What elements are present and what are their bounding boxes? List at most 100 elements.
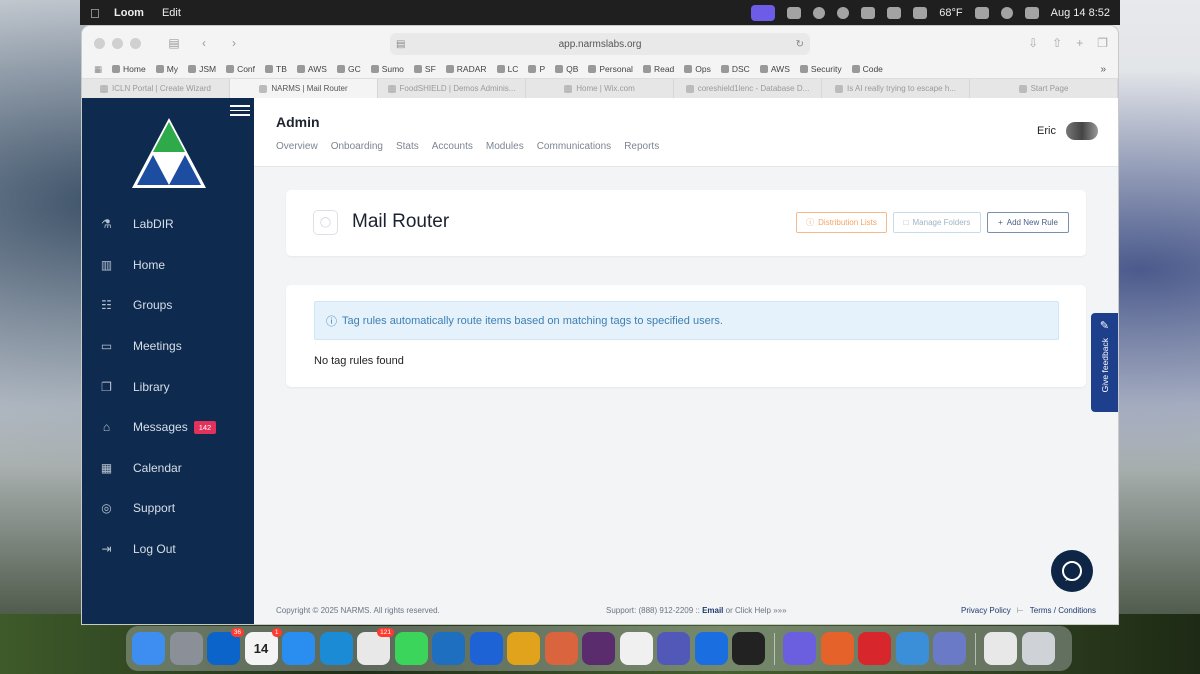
sidebar-item-home[interactable]: ▥ Home [82,245,254,286]
new-tab-icon[interactable]: + [1076,36,1083,50]
favorite-item[interactable]: Security [799,64,842,74]
dock-pdf-reader-icon[interactable] [858,632,891,665]
dock-teams-icon[interactable] [657,632,690,665]
browser-tab[interactable]: ICLN Portal | Create Wizard [82,79,230,98]
dock-safari-icon[interactable] [282,632,315,665]
sidebar-item-log-out[interactable]: ⇥ Log Out [82,529,254,570]
sidebar-item-groups[interactable]: ☷ Groups [82,285,254,326]
back-icon[interactable]: ‹ [197,37,211,49]
terms-link[interactable]: Terms / Conditions [1030,606,1096,615]
battery-icon[interactable] [974,6,989,19]
dock-trash-icon[interactable] [1021,632,1055,665]
control-center-icon[interactable] [1024,6,1039,19]
dock-edge-icon[interactable] [319,632,353,665]
dock-firefox-icon[interactable] [820,632,854,665]
favorite-item[interactable]: AWS [296,64,327,74]
favorite-item[interactable]: GC [336,64,361,74]
favorite-item[interactable]: Personal [588,64,633,74]
dock-perplexity-icon[interactable] [783,632,816,665]
dock-vscode-icon[interactable] [432,632,465,665]
favorite-item[interactable]: RADAR [445,64,487,74]
address-bar[interactable]: ▤ app.narmslabs.org ↻ [390,33,810,55]
privacy-policy-link[interactable]: Privacy Policy [961,606,1011,615]
add-new-rule-button[interactable]: + Add New Rule [987,212,1069,233]
nav-onboarding[interactable]: Onboarding [331,141,383,152]
favorite-item[interactable]: Home [112,64,146,74]
dock-launchpad-icon[interactable] [169,632,203,665]
more-favorites-icon[interactable]: » [1100,64,1106,75]
cloud-icon[interactable] [861,6,876,19]
favorite-item[interactable]: LC [496,64,518,74]
wifi-icon[interactable] [1000,6,1013,19]
favorite-item[interactable]: AWS [759,64,790,74]
dock-navicat-icon[interactable] [507,632,540,665]
favorite-item[interactable]: Ops [684,64,711,74]
support-email-link[interactable]: Email [702,606,723,615]
favorite-item[interactable]: P [528,64,545,74]
user-menu[interactable]: Eric [1037,122,1098,140]
browser-tab[interactable]: coreshield1lenc - Database D... [674,79,822,98]
nav-modules[interactable]: Modules [486,141,524,152]
sidebar-toggle-icon[interactable]: ▤ [167,37,181,49]
nav-communications[interactable]: Communications [537,141,611,152]
dock-documents-icon[interactable] [984,632,1017,665]
zoom-window-button[interactable] [130,37,141,49]
tab-overview-icon[interactable]: ❐ [1097,36,1108,50]
user-name[interactable]: Eric [1037,125,1056,137]
manage-folders-button[interactable]: □ Manage Folders [893,212,981,233]
sidebar-item-calendar[interactable]: ▦ Calendar [82,448,254,489]
menu-edit[interactable]: Edit [162,7,181,19]
dock-notes-app-icon[interactable] [582,632,615,665]
favorite-item[interactable]: TB [265,64,287,74]
browser-tab[interactable]: Start Page [970,79,1118,98]
link-icon[interactable] [837,6,850,19]
favorite-item[interactable]: My [155,64,178,74]
sidebar-item-messages[interactable]: ⌂ Messages 142 [82,407,254,448]
dock-outlook-icon[interactable]: 36 [207,628,244,665]
give-feedback-button[interactable]: ✎ Give feedback [1091,313,1118,412]
favorite-item[interactable]: Conf [226,64,255,74]
favorite-item[interactable]: SF [413,64,436,74]
dock-messages-icon[interactable] [394,632,428,665]
nav-accounts[interactable]: Accounts [432,141,473,152]
dock-archive-utility-icon[interactable] [933,632,966,665]
weather-readout[interactable]: 68°F [939,7,962,19]
favorite-item[interactable]: JSM [188,64,216,74]
menu-toggle-icon[interactable] [230,102,250,116]
support-help-text[interactable]: or Click Help »»» [723,606,787,615]
dock-slack-icon[interactable]: 121 [357,628,394,665]
dock-chatgpt-icon[interactable] [619,632,653,665]
forward-icon[interactable]: › [227,37,241,49]
accessibility-icon[interactable] [813,6,826,19]
menu-app-name[interactable]: Loom [114,7,144,19]
menu-clock[interactable]: Aug 14 8:52 [1051,7,1110,19]
close-window-button[interactable] [94,37,105,49]
favorite-item[interactable]: Code [851,64,883,74]
nav-overview[interactable]: Overview [276,141,318,152]
chat-launcher-button[interactable] [1051,550,1093,592]
sidebar-item-labdir[interactable]: ⚗ LabDIR [82,204,254,245]
page-settings-icon[interactable]: ▤ [396,39,405,50]
nav-stats[interactable]: Stats [396,141,419,152]
grid-icon[interactable]: ▦ [94,64,102,75]
status-icon[interactable] [787,6,802,19]
dock-finder-icon[interactable] [132,632,165,665]
dock-1password-icon[interactable] [694,632,728,665]
dock-claude-icon[interactable] [544,632,578,665]
favorite-item[interactable]: DSC [720,64,750,74]
browser-tab[interactable]: Is AI really trying to escape h... [822,79,970,98]
dock-scrivener-icon[interactable] [895,632,929,665]
plane-icon[interactable] [887,6,902,19]
minimize-window-button[interactable] [112,37,123,49]
favorite-item[interactable]: Read [642,64,674,74]
browser-tab[interactable]: Home | Wix.com [526,79,674,98]
download-icon[interactable]: ⇩ [1028,36,1038,50]
nav-reports[interactable]: Reports [624,141,659,152]
reload-icon[interactable]: ↻ [796,39,804,50]
favorite-item[interactable]: QB [555,64,578,74]
share-icon[interactable]: ⇧ [1052,36,1062,50]
sidebar-item-meetings[interactable]: ▭ Meetings [82,326,254,367]
browser-tab[interactable]: FoodSHIELD | Demos Adminis... [378,79,526,98]
avatar[interactable] [1066,122,1098,140]
sidebar-item-support[interactable]: ◎ Support [82,488,254,529]
